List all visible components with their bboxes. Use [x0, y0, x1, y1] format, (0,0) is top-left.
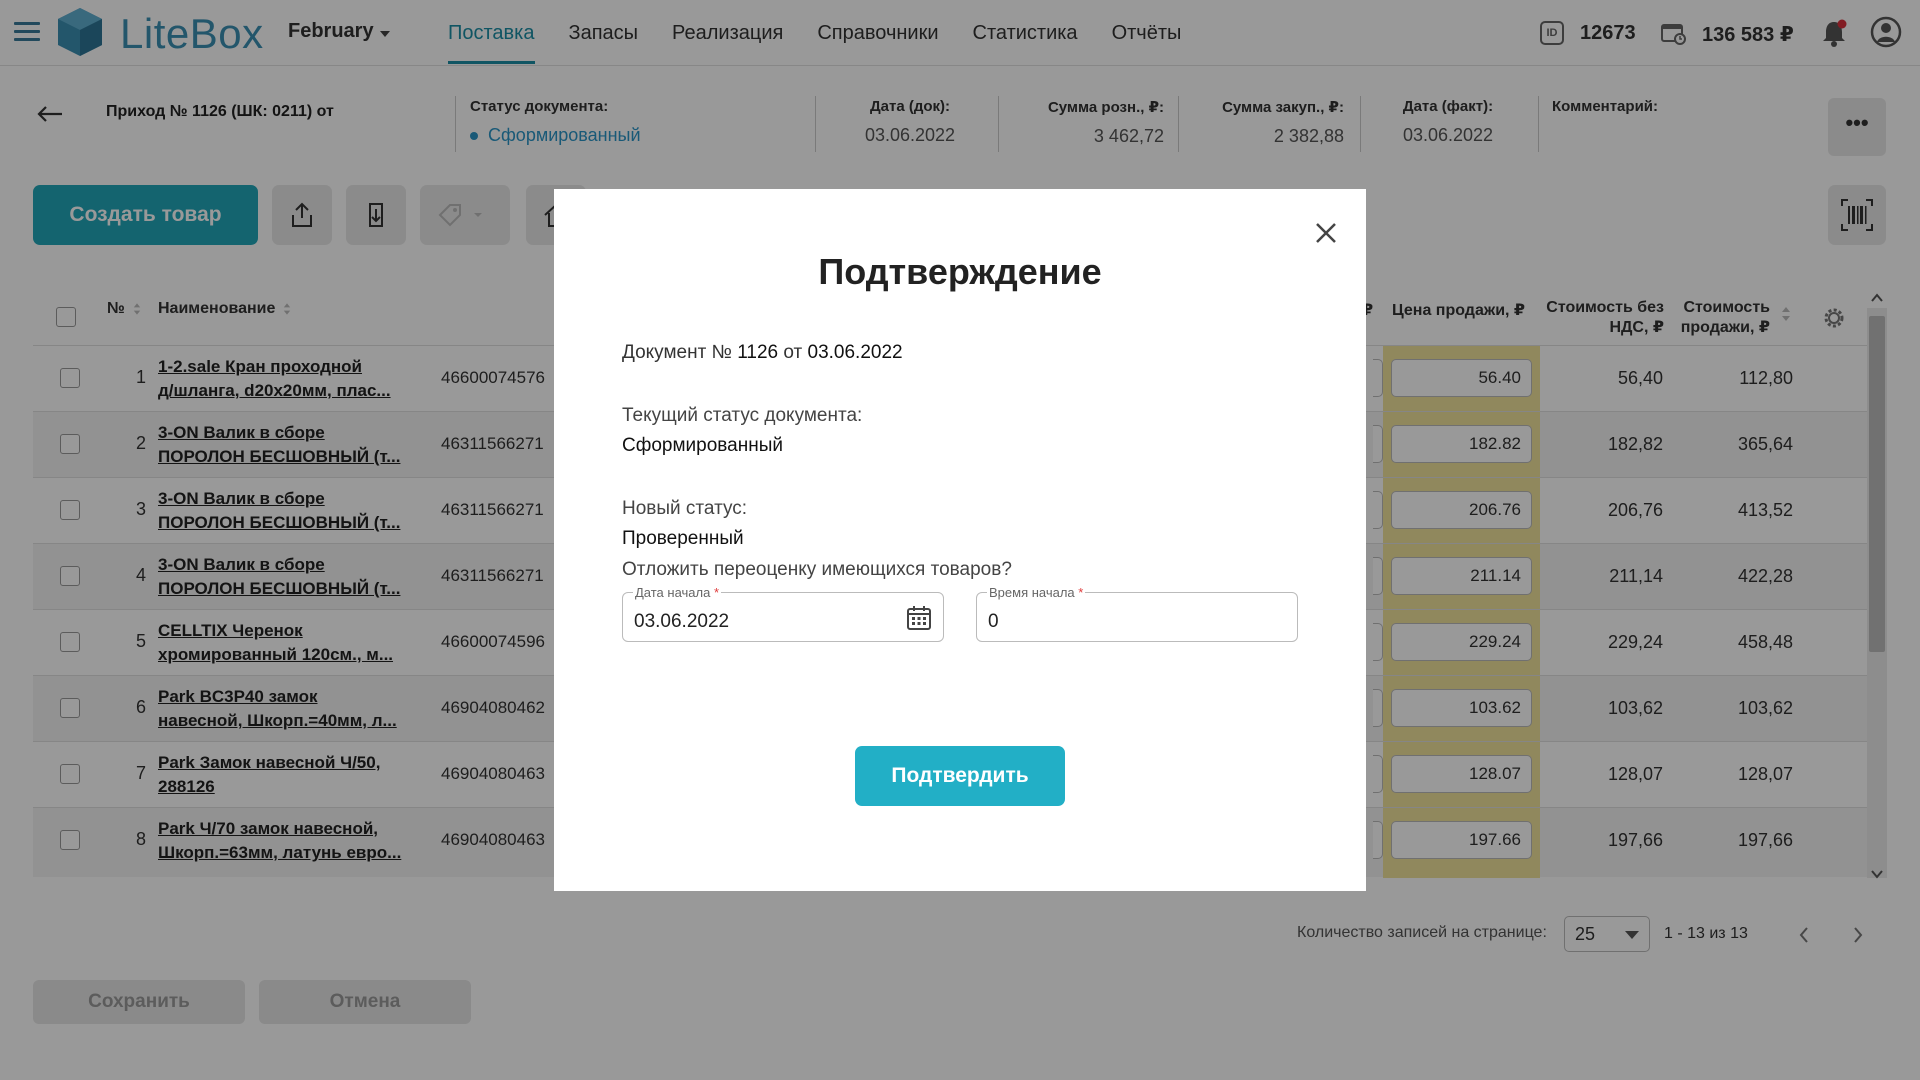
new-status-value: Проверенный	[622, 528, 744, 549]
start-time-value[interactable]: 0	[988, 611, 999, 633]
start-date-value[interactable]: 03.06.2022	[634, 611, 729, 633]
close-icon[interactable]	[1312, 219, 1340, 247]
required-mark: *	[1078, 585, 1084, 600]
confirmation-dialog: Подтверждение Документ № 1126 от 03.06.2…	[554, 189, 1366, 891]
start-date-field[interactable]: Дата начала * 03.06.2022	[622, 585, 944, 642]
start-time-label: Время начала	[989, 585, 1075, 600]
new-status-label: Новый статус:	[622, 498, 748, 519]
postpone-question: Отложить переоценку имеющихся товаров?	[622, 559, 1012, 580]
current-status-label: Текущий статус документа:	[622, 405, 863, 426]
start-date-label: Дата начала	[635, 585, 711, 600]
required-mark: *	[713, 585, 720, 600]
dialog-title: Подтверждение	[818, 251, 1102, 292]
document-info: Документ № 1126 от 03.06.2022	[622, 342, 903, 363]
calendar-icon[interactable]	[905, 604, 933, 632]
current-status-value: Сформированный	[622, 435, 783, 456]
confirm-button[interactable]: Подтвердить	[855, 746, 1065, 806]
start-time-field[interactable]: Время начала * 0	[976, 585, 1298, 642]
